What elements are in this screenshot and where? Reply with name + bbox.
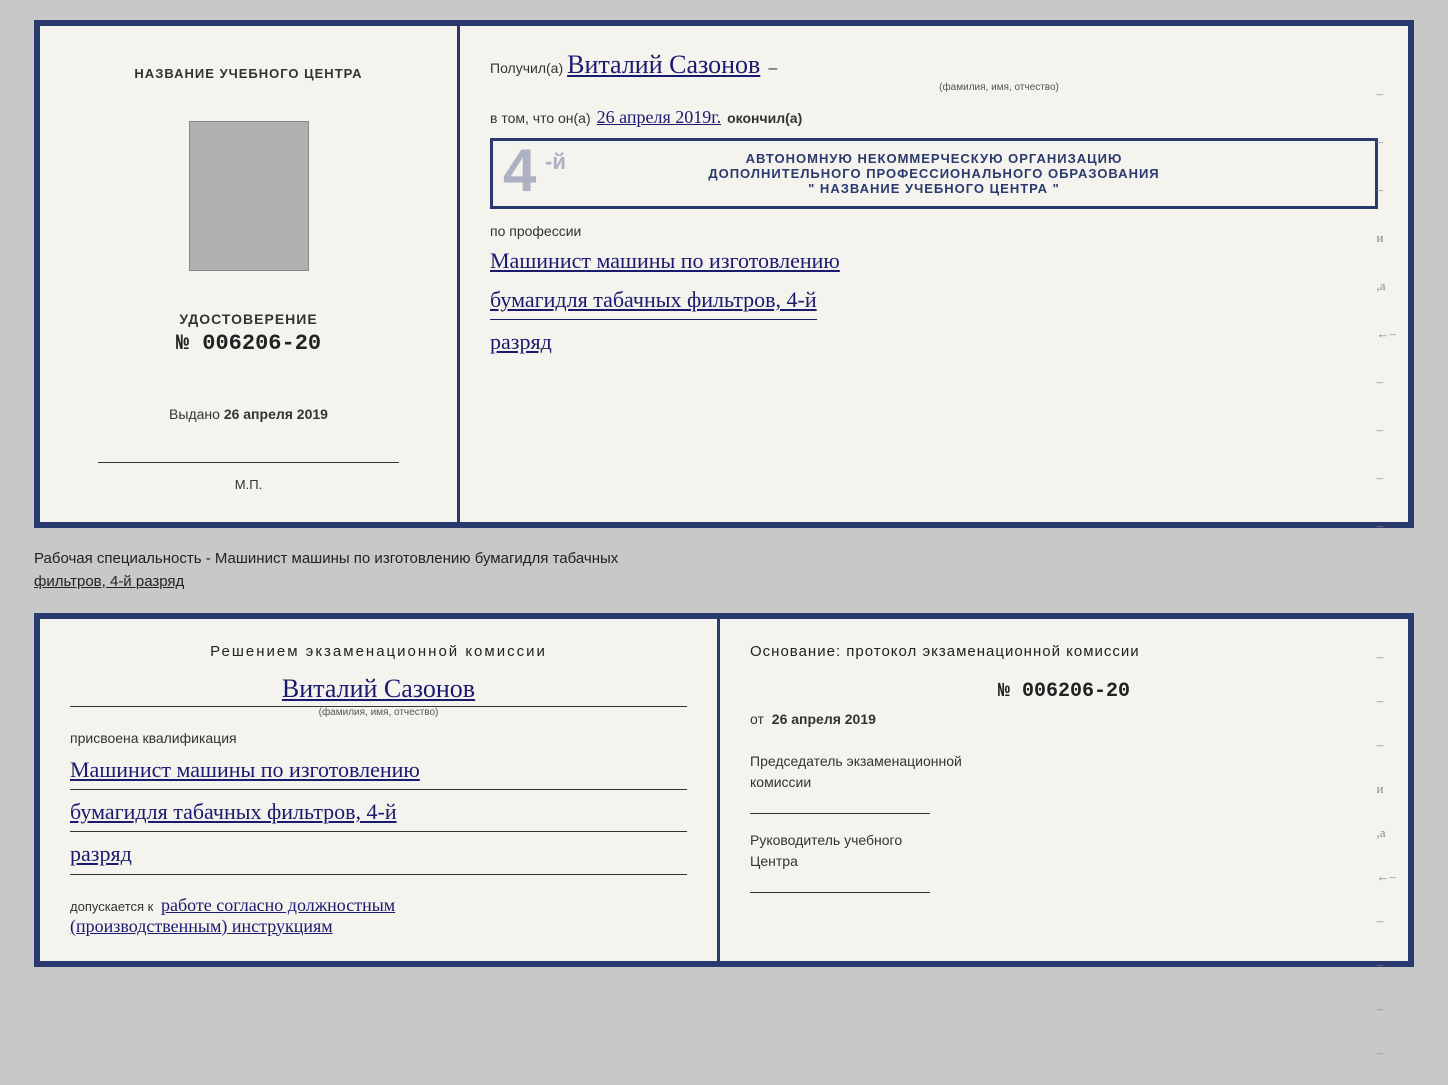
- ot-prefix: от: [750, 711, 764, 727]
- handwritten-date-top: 26 апреля 2019г.: [597, 107, 722, 128]
- description-prefix: Рабочая специальность - Машинист машины …: [34, 550, 618, 567]
- prisvoyena-label: присвоена квалификация: [70, 730, 687, 746]
- udostoverenie-title: УДОСТОВЕРЕНИЕ: [176, 311, 321, 327]
- director-line: [750, 892, 930, 893]
- right-dashes-bottom: – – – и ,а ←– – – – –: [1377, 649, 1397, 1061]
- po-professii-label: по профессии: [490, 223, 1378, 239]
- ot-line: от 26 апреля 2019: [750, 711, 1378, 727]
- resheniem-title: Решением экзаменационной комиссии: [70, 643, 687, 660]
- bottom-left-panel: Решением экзаменационной комиссии Витали…: [40, 619, 720, 961]
- okончил-label: окончил(а): [727, 110, 802, 126]
- protocol-number: № 006206-20: [750, 680, 1378, 703]
- stamp-line3: " НАЗВАНИЕ УЧЕБНОГО ЦЕНТРА ": [507, 181, 1361, 196]
- center-name-label: НАЗВАНИЕ УЧЕБНОГО ЦЕНТРА: [134, 66, 362, 81]
- poluchil-prefix: Получил(а): [490, 60, 563, 76]
- chairman-label: Председатель экзаменационной: [750, 751, 1378, 772]
- mp-label: М.П.: [60, 467, 437, 492]
- stamp-line1: АВТОНОМНУЮ НЕКОММЕРЧЕСКУЮ ОРГАНИЗАЦИЮ: [507, 151, 1361, 166]
- bottom-document: Решением экзаменационной комиссии Витали…: [34, 613, 1414, 967]
- dopuskaetsya-prefix: допускается к: [70, 899, 153, 914]
- bottom-name-block: Виталий Сазонов (фамилия, имя, отчество): [70, 674, 687, 718]
- description-block: Рабочая специальность - Машинист машины …: [34, 544, 1414, 597]
- stamp-block: 4 -й АВТОНОМНУЮ НЕКОММЕРЧЕСКУЮ ОРГАНИЗАЦ…: [490, 138, 1378, 209]
- vydano-date: 26 апреля 2019: [224, 406, 328, 422]
- bottom-handwritten-name: Виталий Сазонов: [70, 674, 687, 704]
- qualification-line1: Машинист машины по изготовлению: [70, 752, 687, 787]
- handwritten-name-top: Виталий Сазонов: [567, 50, 760, 80]
- description-text: Рабочая специальность - Машинист машины …: [34, 548, 1414, 593]
- profession-line2: бумагидля табачных фильтров, 4-й: [490, 282, 817, 320]
- vtom-line: в том, что он(а) 26 апреля 2019г. окончи…: [490, 107, 1378, 128]
- director-label2: Центра: [750, 851, 1378, 872]
- director-block: Руководитель учебного Центра: [750, 830, 1378, 893]
- qualification-line2: бумагидля табачных фильтров, 4-й: [70, 794, 687, 829]
- vtom-prefix: в том, что он(а): [490, 110, 591, 126]
- poluchil-line: Получил(а) Виталий Сазонов –: [490, 50, 1378, 80]
- chairman-label2: комиссии: [750, 772, 1378, 793]
- udostoverenie-block: УДОСТОВЕРЕНИЕ № 006206-20: [176, 311, 321, 356]
- right-dashes-top: – – – и ,а ←– – – – –: [1377, 86, 1397, 534]
- bottom-name-hint: (фамилия, имя, отчество): [70, 706, 687, 718]
- stamp-4-digit: 4: [503, 141, 536, 201]
- stamp-line2: ДОПОЛНИТЕЛЬНОГО ПРОФЕССИОНАЛЬНОГО ОБРАЗО…: [507, 166, 1361, 181]
- photo-placeholder: [189, 121, 309, 271]
- profession-line1: Машинист машины по изготовлению: [490, 243, 1378, 278]
- chairman-line: [750, 813, 930, 814]
- udostoverenie-number: № 006206-20: [176, 331, 321, 356]
- dopuskaetsya-italic2: (производственным) инструкциям: [70, 916, 333, 936]
- dash-separator: –: [768, 60, 777, 78]
- chairman-block: Председатель экзаменационной комиссии: [750, 751, 1378, 814]
- name-hint-top: (фамилия, имя, отчество): [620, 82, 1378, 93]
- description-underlined: фильтров, 4-й разряд: [34, 573, 184, 590]
- top-left-panel: НАЗВАНИЕ УЧЕБНОГО ЦЕНТРА УДОСТОВЕРЕНИЕ №…: [40, 26, 460, 522]
- vydano-label: Выдано: [169, 406, 220, 422]
- osnovanie-title: Основание: протокол экзаменационной коми…: [750, 643, 1378, 660]
- dopuskaetsya-line: допускается к работе согласно должностны…: [70, 895, 687, 937]
- ot-date: 26 апреля 2019: [772, 711, 876, 727]
- profession-line3: разряд: [490, 324, 1378, 359]
- bottom-right-panel: Основание: протокол экзаменационной коми…: [720, 619, 1408, 961]
- top-right-panel: Получил(а) Виталий Сазонов – (фамилия, и…: [460, 26, 1408, 522]
- top-document: НАЗВАНИЕ УЧЕБНОГО ЦЕНТРА УДОСТОВЕРЕНИЕ №…: [34, 20, 1414, 528]
- qualification-line3: разряд: [70, 836, 687, 871]
- stamp-й-digit: -й: [545, 149, 566, 175]
- director-label: Руководитель учебного: [750, 830, 1378, 851]
- dopuskaetsya-italic1: работе согласно должностным: [161, 895, 395, 915]
